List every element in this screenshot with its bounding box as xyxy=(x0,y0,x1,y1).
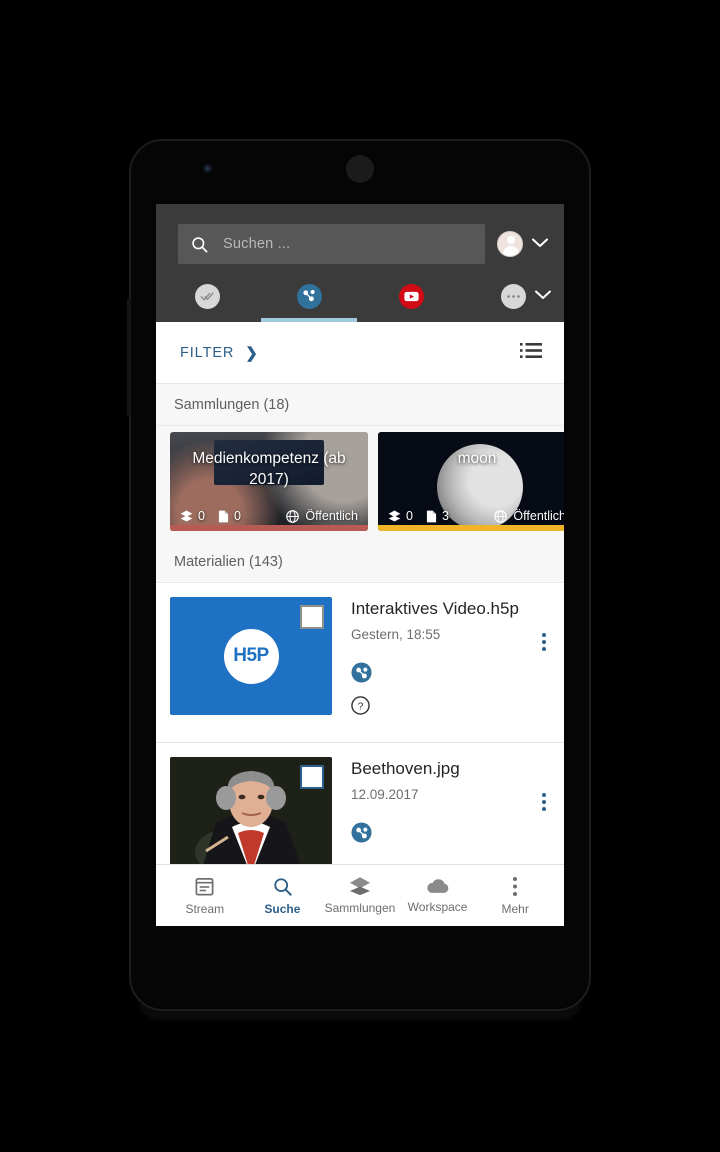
search-placeholder: Suchen ... xyxy=(223,236,291,252)
list-view-icon xyxy=(520,342,542,358)
select-checkbox[interactable] xyxy=(300,605,324,629)
ellipsis-circle-icon xyxy=(500,283,526,309)
source-tabs xyxy=(156,270,564,322)
nav-item-suche[interactable]: Suche xyxy=(244,876,322,916)
nav-item-mehr[interactable]: Mehr xyxy=(476,876,554,916)
material-count: 3 xyxy=(441,509,449,523)
filter-bar: FILTER ❯ xyxy=(156,322,564,384)
material-info: Interaktives Video.h5p Gestern, 18:55 ? xyxy=(332,597,550,728)
material-count-stat: 0 xyxy=(218,509,241,523)
avatar-icon[interactable] xyxy=(497,231,523,257)
nav-item-sammlungen[interactable]: Sammlungen xyxy=(321,876,399,915)
search-icon xyxy=(274,877,292,896)
material-badges: ? xyxy=(351,662,550,720)
search-icon xyxy=(192,236,208,252)
material-thumbnail[interactable] xyxy=(170,757,332,875)
visibility-label: Öffentlich xyxy=(305,509,358,523)
material-date: Gestern, 18:55 xyxy=(351,627,441,642)
edu-sharing-badge-icon xyxy=(351,822,550,848)
app-screen: Suchen ... FILTER ❯ Sammlungen (18) Medi… xyxy=(156,204,564,926)
layers-icon xyxy=(349,877,371,896)
collection-card[interactable]: moon 0 3 Öffentlich xyxy=(378,432,564,531)
cloud-icon xyxy=(426,879,448,893)
bottom-navigation: Stream Suche Sammlungen Workspace Mehr xyxy=(156,864,564,926)
material-count-stat: 3 xyxy=(426,509,449,523)
material-badges xyxy=(351,822,550,848)
material-menu-button[interactable] xyxy=(542,793,546,811)
nav-label: Stream xyxy=(185,901,225,916)
material-list-item[interactable]: H5P Interaktives Video.h5p Gestern, 18:5… xyxy=(156,583,564,743)
h5p-logo-icon: H5P xyxy=(223,628,279,684)
globe-icon xyxy=(286,509,300,523)
nav-label: Sammlungen xyxy=(324,901,396,915)
nav-item-workspace[interactable]: Workspace xyxy=(399,877,477,914)
nav-label: Suche xyxy=(264,901,301,916)
collection-footer: 0 3 Öffentlich xyxy=(388,509,564,523)
source-tab-check[interactable] xyxy=(156,270,258,322)
edu-sharing-badge-icon xyxy=(351,662,550,688)
material-date: 12.09.2017 xyxy=(351,787,419,802)
collection-count: 0 xyxy=(198,509,205,523)
select-checkbox[interactable] xyxy=(300,765,324,789)
question-mark-icon[interactable]: ? xyxy=(351,696,550,720)
youtube-icon xyxy=(398,283,424,309)
layers-icon xyxy=(388,510,401,522)
collections-carousel[interactable]: Medienkompetenz (ab 2017) 0 0 Öffentlich… xyxy=(156,426,564,541)
nav-label: Workspace xyxy=(407,900,468,914)
source-tab-youtube[interactable] xyxy=(360,270,462,322)
svg-text:?: ? xyxy=(358,702,364,713)
nav-label: Mehr xyxy=(501,901,529,916)
file-icon xyxy=(218,510,229,522)
search-input[interactable]: Suchen ... xyxy=(178,224,485,264)
layers-icon xyxy=(180,510,193,522)
nav-item-stream[interactable]: Stream xyxy=(166,876,244,916)
material-title: Beethoven.jpg xyxy=(351,759,460,778)
material-title: Interaktives Video.h5p xyxy=(351,599,519,618)
material-info: Beethoven.jpg 12.09.2017 xyxy=(332,757,550,875)
account-menu[interactable] xyxy=(497,231,548,257)
material-thumbnail[interactable]: H5P xyxy=(170,597,332,715)
active-tab-underline xyxy=(261,318,357,322)
collection-visibility: Öffentlich xyxy=(494,509,564,523)
search-row: Suchen ... xyxy=(156,204,564,270)
app-toolbar: Suchen ... xyxy=(156,204,564,322)
material-menu-button[interactable] xyxy=(542,633,546,651)
earpiece-speaker xyxy=(346,155,374,183)
checkmark-circle-icon xyxy=(194,283,220,309)
visibility-label: Öffentlich xyxy=(513,509,564,523)
collection-count-stat: 0 xyxy=(180,509,205,523)
materials-section-header: Materialien (143) xyxy=(156,541,564,583)
filter-button[interactable]: FILTER ❯ xyxy=(180,344,259,362)
filter-label: FILTER xyxy=(180,344,235,361)
collection-card[interactable]: Medienkompetenz (ab 2017) 0 0 Öffentlich xyxy=(170,432,368,531)
stream-icon xyxy=(195,877,214,895)
edu-sharing-logo-icon xyxy=(296,283,322,309)
view-toggle-button[interactable] xyxy=(520,342,542,364)
file-icon xyxy=(426,510,437,522)
collection-count-stat: 0 xyxy=(388,509,413,523)
kebab-menu-icon xyxy=(513,876,518,896)
globe-icon xyxy=(494,509,508,523)
collection-visibility: Öffentlich xyxy=(286,509,358,523)
phone-side-button[interactable] xyxy=(127,298,131,416)
collection-title: Medienkompetenz (ab 2017) xyxy=(192,450,346,488)
tabs-chevron-down-icon[interactable] xyxy=(535,287,551,305)
collection-count: 0 xyxy=(406,509,413,523)
material-count: 0 xyxy=(233,509,241,523)
front-camera-icon xyxy=(203,164,212,173)
collection-accent-bar xyxy=(170,525,368,531)
collections-section-header: Sammlungen (18) xyxy=(156,384,564,426)
chevron-down-icon[interactable] xyxy=(532,235,548,253)
chevron-right-icon: ❯ xyxy=(245,344,259,362)
collection-title: moon xyxy=(457,450,497,467)
collection-footer: 0 0 Öffentlich xyxy=(180,509,358,523)
collection-accent-bar xyxy=(378,525,564,531)
source-tab-edusharing[interactable] xyxy=(258,270,360,322)
